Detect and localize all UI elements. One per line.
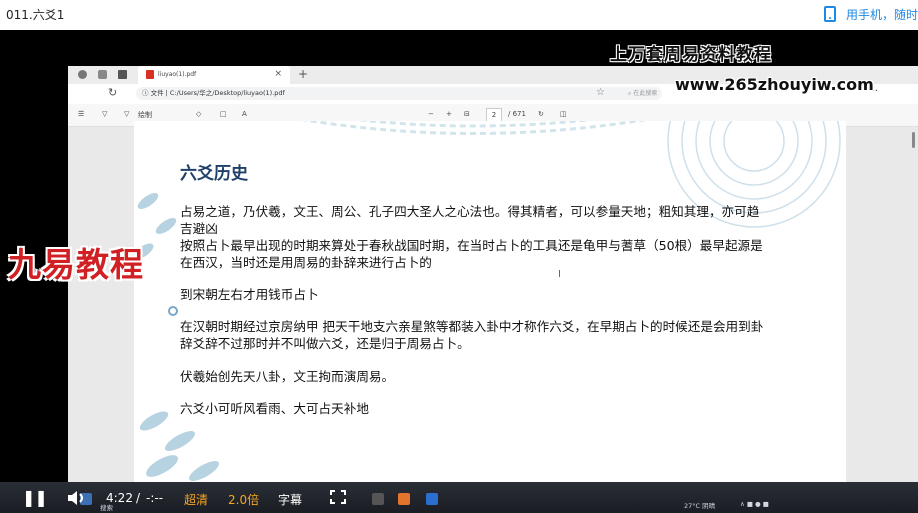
logo-watermark: 九易教程 (8, 245, 144, 284)
fit-page-icon[interactable]: ⊟ (464, 110, 470, 118)
scrollbar-thumb[interactable] (912, 132, 915, 148)
document-line: 伏羲始创先天八卦，文王拘而演周易。 (180, 369, 395, 384)
text-cursor-icon: I (558, 269, 561, 280)
speed-button[interactable]: 2.0倍 (228, 491, 259, 508)
cursor-marker-icon (168, 306, 178, 316)
two-page-icon[interactable]: ◫ (560, 110, 567, 118)
watermark-top: 上万套周易资料教程 (610, 45, 772, 65)
player-controls: 搜索 27°C 阴晴 ∧ ■ ● ■ ❚❚ 4:22 / -:-- 超清 2.0… (0, 482, 918, 513)
document-line: 在西汉，当时还是用周易的卦辞来进行占卜的 (180, 255, 432, 270)
taskbar-app-icon (398, 493, 410, 505)
watermark-site: www.265zhouyiw.com (675, 75, 874, 94)
phone-icon (823, 6, 836, 22)
tray-icons: ∧ ■ ● ■ (740, 500, 769, 508)
document-line: 占易之道，乃伏羲，文王、周公、孔子四大圣人之心法也。得其精者，可以参量天地；粗知… (180, 204, 760, 219)
page-number-input[interactable]: 2 (486, 108, 502, 122)
tab-pdf[interactable]: liuyao(1).pdf × (138, 66, 290, 84)
zoom-in-icon[interactable]: + (446, 110, 452, 118)
video-title: 011.六爻1 (6, 8, 65, 22)
address-field[interactable]: ⓘ 文件 | C:/Users/华之/Desktop/liuyao(1).pdf (136, 87, 662, 100)
taskbar-app-icon (426, 493, 438, 505)
document-line: 辞爻辞不过那时并不叫做六爻，还是归于周易占卜。 (180, 336, 470, 351)
workspaces-icon[interactable] (98, 70, 107, 79)
quality-button[interactable]: 超清 (184, 491, 208, 508)
browser-window: liuyao(1).pdf × + ↻ ⓘ 文件 | C:/Users/华之/D… (68, 66, 918, 513)
video-title-bar: 011.六爻1 用手机，随时 (0, 0, 918, 30)
filter-icon[interactable]: ▽ (102, 110, 107, 118)
fullscreen-icon[interactable] (330, 490, 346, 504)
time-separator: / (136, 491, 141, 505)
pdf-page: 六爻历史 占易之道，乃伏羲，文王、周公、孔子四大圣人之心法也。得其精者，可以参量… (134, 121, 846, 513)
document-line: 到宋朝左右才用钱币占卜 (180, 287, 319, 302)
rotate-icon[interactable]: ↻ (538, 110, 544, 118)
star-icon[interactable]: ☆ (596, 87, 605, 98)
search-icon: ⌕ (628, 90, 632, 97)
tab-title: liuyao(1).pdf (158, 71, 197, 78)
page-total: / 671 (508, 110, 526, 118)
erase-icon[interactable]: ◇ (196, 110, 201, 118)
pdf-icon (146, 70, 154, 79)
draw-icon[interactable]: ▽ (124, 110, 129, 118)
address-path: C:/Users/华之/Desktop/liuyao(1).pdf (169, 89, 285, 97)
new-tab-button[interactable]: + (298, 67, 308, 81)
taskbar-app-icon (372, 493, 384, 505)
pause-icon[interactable]: ❚❚ (22, 488, 48, 507)
time-total: -:-- (146, 491, 164, 505)
address-scheme-label: 文件 (150, 89, 164, 97)
tab-actions-icon[interactable] (118, 70, 127, 79)
read-aloud-button[interactable]: A (242, 110, 247, 118)
search-box[interactable]: ⌕ 在此搜索 (628, 88, 657, 98)
reload-icon[interactable]: ↻ (108, 86, 117, 99)
mobile-watch-label: 用手机，随时 (845, 7, 918, 22)
document-heading: 六爻历史 (180, 164, 248, 184)
zoom-out-icon[interactable]: − (428, 110, 434, 118)
pdf-viewport: 六爻历史 占易之道，乃伏羲，文王、周公、孔子四大圣人之心法也。得其精者，可以参量… (68, 121, 918, 513)
document-line: 六爻小可听风看雨、大可占天补地 (180, 401, 369, 416)
view-icon[interactable]: □ (220, 110, 227, 118)
volume-icon[interactable] (66, 490, 88, 506)
mobile-watch-link[interactable]: 用手机，随时 (823, 4, 918, 24)
tab-close-icon[interactable]: × (274, 69, 282, 79)
weather-text: 27°C 阴晴 (684, 502, 716, 510)
subtitle-button[interactable]: 字幕 (278, 491, 302, 508)
draw-label[interactable]: 绘制 (138, 110, 152, 120)
info-icon: ⓘ (142, 89, 149, 97)
contents-icon[interactable]: ☰ (78, 110, 84, 118)
profile-icon[interactable] (78, 70, 87, 79)
time-current: 4:22 (106, 491, 133, 505)
search-hint: 在此搜索 (633, 90, 658, 97)
